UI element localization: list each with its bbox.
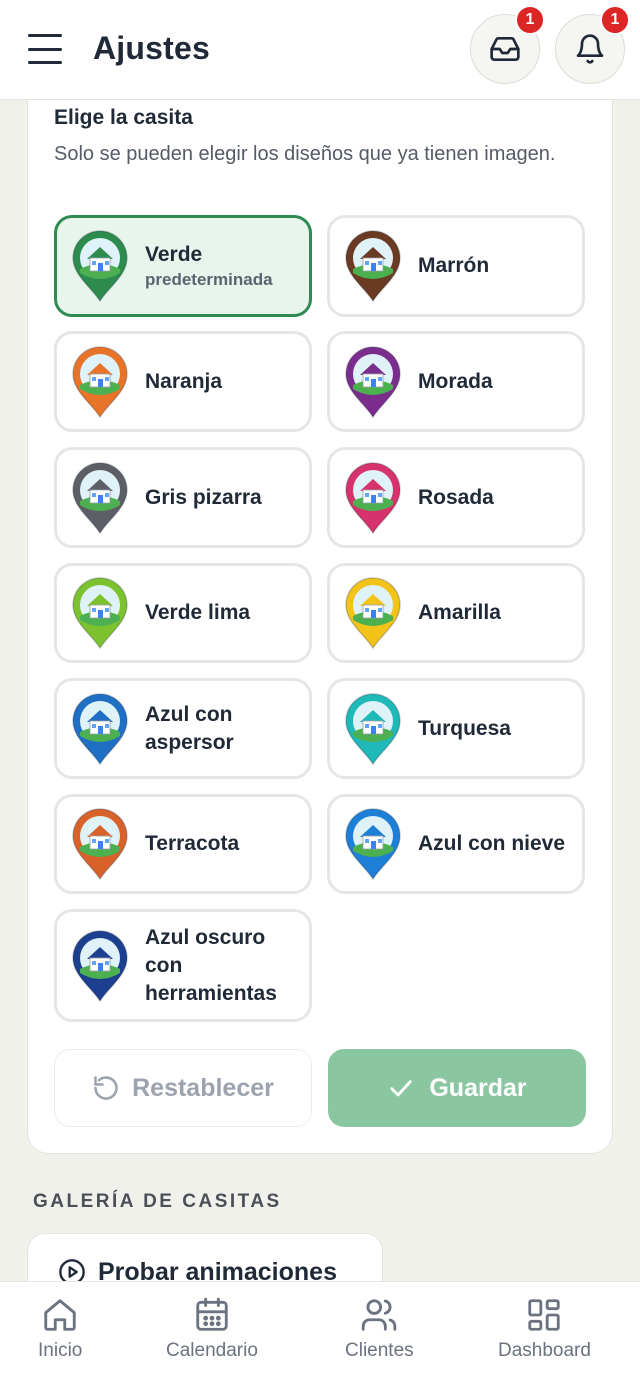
house-pin-icon	[345, 345, 401, 418]
house-option-subtitle: predeterminada	[145, 270, 273, 289]
house-option-title: Gris pizarra	[145, 485, 262, 509]
calendar-icon	[196, 1297, 228, 1331]
house-option-label: Morada	[418, 368, 574, 396]
nav-item-inicio[interactable]: Inicio	[38, 1296, 82, 1362]
nav-item-calendario[interactable]: Calendario	[166, 1296, 258, 1362]
house-option-title: Morada	[418, 369, 493, 393]
top-header: Ajustes 1 1	[0, 0, 640, 100]
house-option-label: Terracota	[145, 830, 301, 858]
house-option-label: Verde predeterminada	[145, 241, 301, 291]
house-option-title: Azul con aspersor	[145, 702, 234, 754]
house-option[interactable]: Naranja	[54, 331, 312, 432]
users-icon	[362, 1299, 397, 1331]
notifications-badge: 1	[600, 5, 630, 35]
house-option[interactable]: Terracota	[54, 794, 312, 894]
reset-label: Restablecer	[132, 1073, 274, 1102]
house-option-title: Marrón	[418, 254, 490, 277]
house-option-label: Gris pizarra	[145, 484, 301, 512]
inbox-icon	[490, 37, 520, 61]
house-pin-icon	[72, 692, 128, 765]
section-description: Solo se pueden elegir los diseños que ya…	[54, 143, 556, 165]
bell-icon	[576, 34, 604, 64]
house-option-title: Azul con nieve	[418, 832, 566, 855]
house-option-title: Rosada	[418, 485, 494, 509]
save-button[interactable]: Guardar	[328, 1049, 586, 1127]
house-pin-icon	[345, 461, 401, 534]
house-option[interactable]: Rosada	[327, 447, 585, 548]
gallery-title: GALERÍA DE CASITAS	[33, 1191, 282, 1212]
house-option-title: Terracota	[145, 832, 240, 855]
inbox-badge: 1	[515, 5, 545, 35]
nav-label-inicio: Inicio	[38, 1340, 83, 1361]
house-option-title: Naranja	[145, 369, 223, 393]
home-icon	[44, 1299, 76, 1331]
house-option-label: Rosada	[418, 484, 574, 512]
house-option[interactable]: Amarilla	[327, 563, 585, 663]
house-pin-icon	[72, 345, 128, 418]
reset-icon	[94, 1076, 118, 1100]
nav-label-clientes: Clientes	[345, 1340, 414, 1361]
nav-label-dashboard: Dashboard	[498, 1340, 591, 1361]
house-option[interactable]: Azul con nieve	[327, 794, 585, 894]
house-option-label: Amarilla	[418, 599, 574, 627]
house-option-title: Amarilla	[418, 601, 501, 624]
house-option-title: Verde	[145, 243, 203, 266]
house-option-title: Turquesa	[418, 716, 511, 740]
check-icon	[390, 1080, 413, 1097]
house-option[interactable]: Azul oscuro con herramientas	[54, 909, 312, 1022]
section-title: Elige la casita	[54, 106, 193, 129]
house-option-label: Turquesa	[418, 715, 574, 743]
house-option-title: Verde lima	[145, 601, 251, 624]
bottom-navigation: Inicio Calendario Clientes Dashboard	[0, 1281, 640, 1385]
house-option[interactable]: Verde predeterminada	[54, 215, 312, 317]
menu-icon[interactable]	[28, 34, 62, 64]
save-label: Guardar	[429, 1073, 527, 1102]
house-option[interactable]: Morada	[327, 331, 585, 432]
house-option[interactable]: Verde lima	[54, 563, 312, 663]
notifications-button[interactable]: 1	[555, 5, 630, 84]
page-title: Ajustes	[93, 30, 210, 66]
nav-label-calendario: Calendario	[166, 1340, 258, 1361]
house-pin-icon	[345, 230, 401, 303]
house-option-label: Azul con aspersor	[145, 701, 301, 757]
house-option-title: Azul oscuro con herramientas	[145, 925, 277, 1005]
house-pin-icon	[72, 577, 128, 650]
house-pin-icon	[72, 461, 128, 534]
house-option[interactable]: Gris pizarra	[54, 447, 312, 548]
house-option-label: Naranja	[145, 368, 301, 396]
dashboard-icon	[528, 1299, 561, 1331]
house-pin-icon	[345, 692, 401, 765]
house-pin-icon	[345, 808, 401, 881]
inbox-button[interactable]: 1	[470, 5, 545, 84]
house-pin-icon	[72, 929, 128, 1002]
house-pin-icon	[72, 230, 128, 303]
reset-button[interactable]: Restablecer	[54, 1049, 312, 1127]
house-option[interactable]: Azul con aspersor	[54, 678, 312, 779]
house-option-label: Verde lima	[145, 599, 301, 627]
house-option[interactable]: Marrón	[327, 215, 585, 317]
house-pin-icon	[72, 808, 128, 881]
house-option-label: Marrón	[418, 252, 574, 280]
house-option[interactable]: Turquesa	[327, 678, 585, 779]
nav-item-dashboard[interactable]: Dashboard	[498, 1296, 591, 1362]
house-option-label: Azul oscuro con herramientas	[145, 924, 301, 1008]
house-option-label: Azul con nieve	[418, 830, 574, 858]
nav-item-clientes[interactable]: Clientes	[345, 1296, 414, 1362]
house-pin-icon	[345, 577, 401, 650]
